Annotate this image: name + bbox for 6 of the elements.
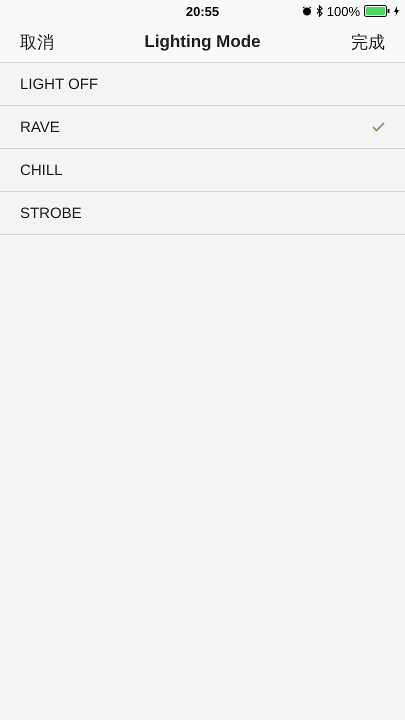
battery-icon [364, 5, 390, 17]
status-time: 20:55 [186, 4, 220, 18]
cancel-button[interactable]: 取消 [20, 30, 54, 54]
nav-title: Lighting Mode [144, 32, 261, 52]
done-button[interactable]: 完成 [351, 30, 385, 54]
battery-percent: 100% [326, 4, 360, 18]
